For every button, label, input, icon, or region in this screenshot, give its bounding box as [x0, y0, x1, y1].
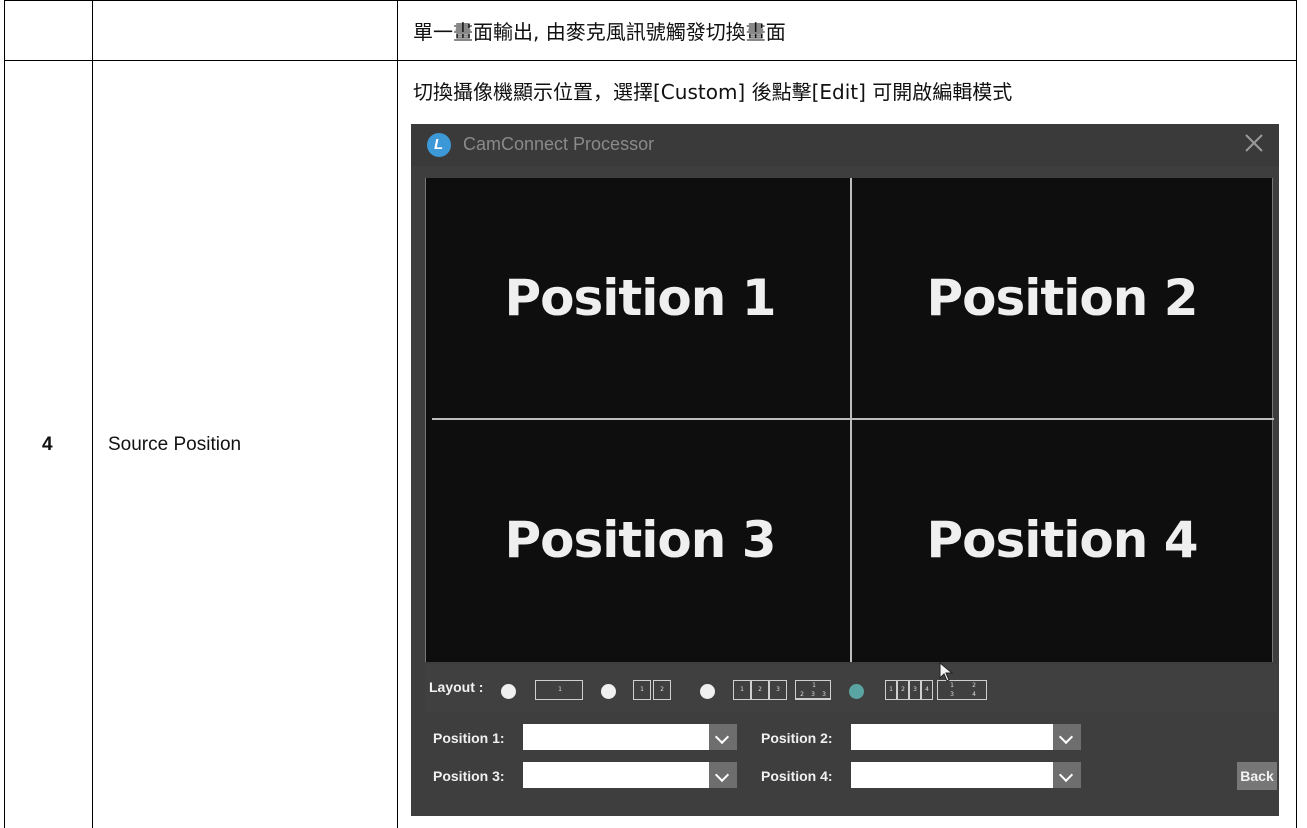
- layout-thumb-3b: 2: [751, 680, 769, 700]
- layout-label: Layout :: [429, 679, 484, 695]
- app-logo-icon: [427, 133, 451, 157]
- position-2-select[interactable]: [851, 724, 1081, 750]
- layout-thumb-4a: 1: [885, 680, 897, 700]
- layout-thumb-4-alt: 1 2 3 4: [937, 680, 987, 700]
- position-1-label: Position 1: [504, 269, 776, 327]
- layout-thumb-3-alt: 1 2 3 3: [795, 680, 831, 700]
- position-1-label-field: Position 1:: [433, 730, 505, 746]
- chevron-down-icon[interactable]: [709, 724, 737, 750]
- row1-description: 單一畫面輸出, 由麥克風訊號觸發切換畫面: [413, 20, 786, 44]
- layout-radio-2[interactable]: [601, 684, 616, 699]
- window-title: CamConnect Processor: [463, 134, 655, 154]
- layout-radio-3[interactable]: [700, 684, 715, 699]
- layout-thumb-4d: 4: [921, 680, 933, 700]
- layout-radio-4[interactable]: [849, 684, 864, 699]
- row2-description: 切換攝像機顯示位置，選擇[Custom] 後點擊[Edit] 可開啟編輯模式: [413, 80, 1013, 104]
- title-bar: CamConnect Processor: [411, 124, 1279, 166]
- layout-thumb-4b: 2: [897, 680, 909, 700]
- position-3-label: Position 3: [504, 511, 776, 569]
- position-4-select[interactable]: [851, 762, 1081, 788]
- preview-divider-vertical[interactable]: [850, 178, 852, 662]
- layout-thumb-3c: 3: [769, 680, 787, 700]
- layout-thumb-4c: 3: [909, 680, 921, 700]
- position-2-pane[interactable]: Position 2: [852, 178, 1272, 418]
- position-1-select[interactable]: [523, 724, 737, 750]
- position-4-label-field: Position 4:: [761, 768, 833, 784]
- row-item-name: Source Position: [108, 434, 242, 455]
- table-border: [4, 60, 1297, 61]
- chevron-down-icon[interactable]: [1053, 724, 1081, 750]
- table-border: [92, 0, 93, 828]
- position-4-label: Position 4: [926, 511, 1198, 569]
- position-2-label: Position 2: [926, 269, 1198, 327]
- layout-radio-1[interactable]: [501, 684, 516, 699]
- layout-selector: Layout : 1 1 2 1 2 3 1 2 3 3 1 2 3 4 1 2…: [425, 664, 1277, 712]
- close-icon[interactable]: [1241, 130, 1267, 156]
- table-border: [1296, 0, 1297, 828]
- position-3-select[interactable]: [523, 762, 737, 788]
- preview-divider-horizontal[interactable]: [432, 418, 1274, 420]
- layout-thumb-2b: 2: [653, 680, 671, 700]
- chevron-down-icon[interactable]: [709, 762, 737, 788]
- app-window: CamConnect Processor Position 1 Position…: [411, 124, 1279, 816]
- position-3-pane[interactable]: Position 3: [430, 420, 850, 660]
- video-preview: Position 1 Position 2 Position 3 Positio…: [425, 178, 1274, 662]
- position-4-pane[interactable]: Position 4: [852, 420, 1272, 660]
- table-border: [397, 0, 398, 828]
- layout-thumb-2a: 1: [633, 680, 651, 700]
- table-border: [4, 0, 1297, 1]
- layout-thumb-1: 1: [535, 680, 583, 700]
- layout-thumb-3a: 1: [733, 680, 751, 700]
- row-number: 4: [42, 434, 53, 455]
- back-button[interactable]: Back: [1237, 762, 1277, 790]
- table-border: [4, 0, 5, 828]
- position-2-label-field: Position 2:: [761, 730, 833, 746]
- position-3-label-field: Position 3:: [433, 768, 505, 784]
- mouse-cursor-icon: [939, 662, 954, 682]
- position-1-pane[interactable]: Position 1: [430, 178, 850, 418]
- chevron-down-icon[interactable]: [1053, 762, 1081, 788]
